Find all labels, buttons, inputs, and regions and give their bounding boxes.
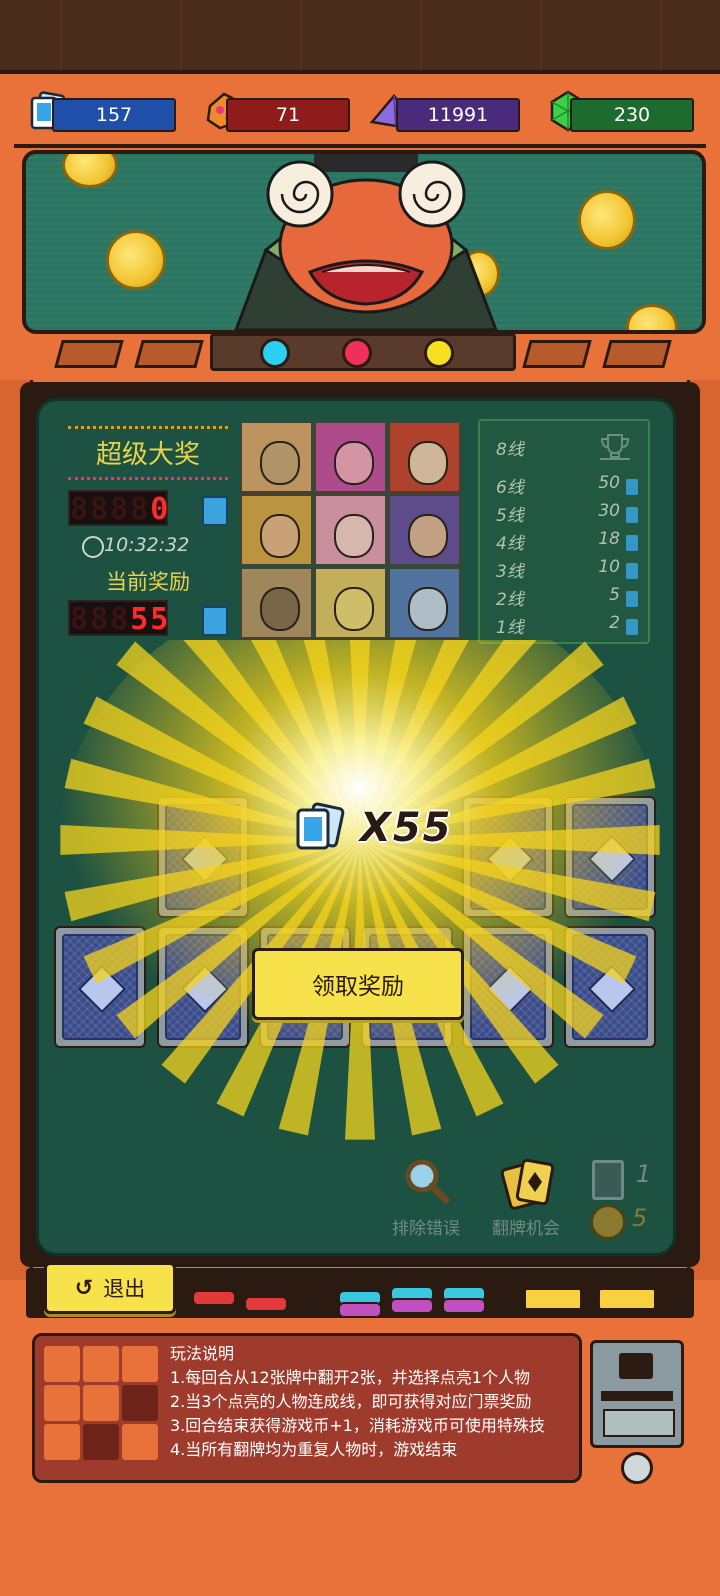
rule-line: 3.回合结束获得游戏币+1，消耗游戏币可使用特殊技 — [170, 1416, 545, 1435]
panel-slot — [54, 340, 124, 368]
coin-count: 5 — [632, 1204, 648, 1232]
character-cell[interactable] — [314, 567, 387, 639]
dispenser-screen — [619, 1353, 653, 1379]
jackpot-title: 超级大奖 — [95, 440, 200, 470]
frog-character-illustration — [234, 154, 498, 330]
coin-icon — [578, 190, 636, 250]
ticket-icon — [626, 619, 638, 635]
prize-row: 4线 18 — [480, 529, 648, 557]
emerald-counter: 230 — [570, 98, 694, 132]
magnifier-icon[interactable] — [402, 1156, 452, 1206]
rule-line: 1.每回合从12张牌中翻开2张，并选择点亮1个人物 — [170, 1368, 530, 1387]
face-down-card[interactable] — [564, 926, 656, 1048]
face-down-card[interactable] — [564, 796, 656, 918]
rule-line: 4.当所有翻牌均为重复人物时，游戏结束 — [170, 1440, 458, 1459]
prize-row: 2线 5 — [480, 585, 648, 613]
prize-table: 8线 6线 50 5线 30 4线 18 3线 10 2线 5 1线 2 — [478, 419, 650, 644]
gem-counter: 71 — [226, 98, 350, 132]
face-down-card[interactable] — [54, 926, 146, 1048]
coin-icon — [106, 230, 166, 290]
prize-row: 8线 — [480, 434, 648, 463]
face-down-card[interactable] — [157, 796, 249, 918]
prize-row: 1线 2 — [480, 613, 648, 641]
reward-multiplier: X55 — [360, 805, 453, 851]
red-button[interactable] — [192, 1290, 236, 1306]
face-down-card[interactable] — [157, 926, 249, 1048]
flip-chance-label[interactable]: 翻牌机会 — [492, 1214, 560, 1239]
crystal-counter: 11991 — [396, 98, 520, 132]
red-button[interactable] — [244, 1296, 288, 1312]
card-icon — [592, 1160, 624, 1200]
character-cell[interactable] — [388, 421, 461, 493]
character-cell[interactable] — [240, 421, 313, 493]
ticket-icon — [626, 507, 638, 523]
dispenser-slot — [601, 1391, 673, 1401]
ticket-icon — [626, 591, 638, 607]
rules-title: 玩法说明 — [170, 1344, 235, 1363]
character-cell[interactable] — [388, 494, 461, 566]
jackpot-ghost-digits: 8888 — [70, 492, 151, 527]
rule-line: 2.当3个点亮的人物连成线，即可获得对应门票奖励 — [170, 1392, 532, 1411]
card-count: 1 — [636, 1160, 652, 1188]
ticket-icon — [626, 563, 638, 579]
character-grid — [240, 421, 461, 641]
ticket-icon — [202, 606, 228, 636]
character-cell[interactable] — [240, 494, 313, 566]
character-cell[interactable] — [388, 567, 461, 639]
current-reward-display: 88855 — [68, 600, 171, 637]
current-reward-label: 当前奖励 — [106, 570, 190, 594]
exit-label: 退出 — [103, 1277, 146, 1301]
clock-icon — [82, 536, 104, 558]
dispenser-tray — [603, 1409, 675, 1437]
prize-row: 3线 10 — [480, 557, 648, 585]
claim-reward-button[interactable]: 领取奖励 — [252, 948, 464, 1020]
current-ghost-digits: 888 — [70, 602, 131, 637]
ticket-icon — [294, 802, 350, 854]
cyan-light — [260, 338, 290, 368]
ticket-icon — [626, 479, 638, 495]
panel-slot — [522, 340, 592, 368]
panel-slot — [134, 340, 204, 368]
back-arrow-icon: ↺ — [74, 1275, 94, 1301]
jackpot-value: 0 — [150, 492, 171, 527]
character-cell[interactable] — [240, 567, 313, 639]
round-timer: 10:32:32 — [104, 534, 190, 556]
character-screen — [22, 150, 706, 334]
keyhole-icon — [621, 1452, 653, 1484]
coin-icon — [590, 1204, 626, 1240]
tickets-counter: 157 — [52, 98, 176, 132]
ticket-icon — [202, 496, 228, 526]
magenta-button[interactable] — [338, 1302, 382, 1318]
prize-row: 6线 50 — [480, 473, 648, 501]
current-reward-value: 55 — [130, 602, 171, 637]
jackpot-display: 88880 — [68, 490, 171, 527]
magenta-button[interactable] — [442, 1298, 486, 1314]
yellow-button[interactable] — [598, 1288, 656, 1310]
rules-grid-diagram — [44, 1346, 158, 1462]
coin-icon — [62, 154, 118, 188]
face-down-card[interactable] — [462, 926, 554, 1048]
yellow-light — [424, 338, 454, 368]
face-down-card[interactable] — [462, 796, 554, 918]
ticket-icon — [626, 535, 638, 551]
trophy-icon — [600, 434, 630, 460]
remove-error-label[interactable]: 排除错误 — [392, 1214, 460, 1239]
coin-icon — [626, 304, 678, 330]
yellow-button[interactable] — [524, 1288, 582, 1310]
prize-row: 5线 30 — [480, 501, 648, 529]
exit-button[interactable]: ↺ 退出 — [44, 1262, 176, 1314]
ticket-dispenser — [590, 1340, 684, 1448]
red-light — [342, 338, 372, 368]
character-cell[interactable] — [314, 494, 387, 566]
magenta-button[interactable] — [390, 1298, 434, 1314]
flip-cards-icon[interactable] — [500, 1156, 558, 1210]
panel-slot — [602, 340, 672, 368]
wood-ceiling — [0, 0, 720, 80]
character-cell[interactable] — [314, 421, 387, 493]
